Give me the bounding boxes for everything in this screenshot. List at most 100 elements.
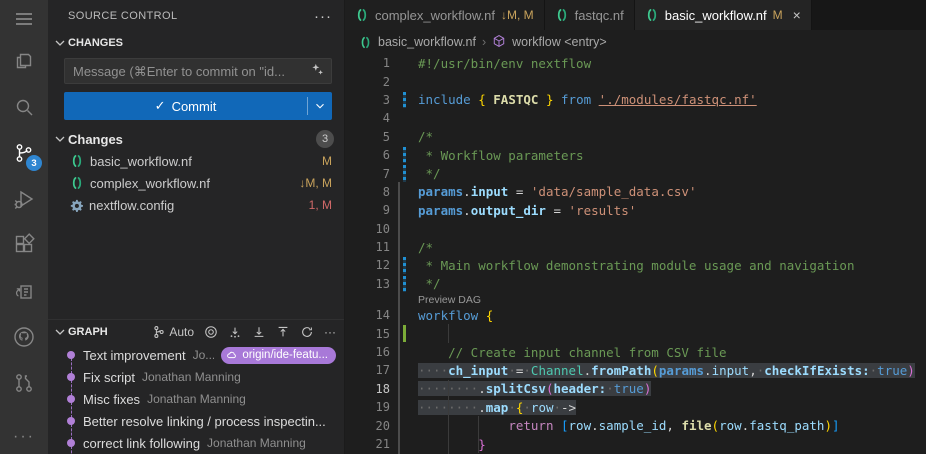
line-number: 10 [345, 222, 390, 236]
line-content[interactable]: include { FASTQC } from './modules/fastq… [418, 91, 926, 109]
commit-row[interactable]: Fix script Jonathan Manning [48, 366, 344, 388]
code-line-5[interactable]: 5 /* [345, 128, 926, 146]
activity-overflow-button[interactable]: ··· [13, 420, 35, 454]
line-content[interactable]: */ [418, 164, 926, 182]
pages-sync-activity-item[interactable] [0, 268, 48, 314]
code-line-9[interactable]: 9 params.output_dir = 'results' [345, 201, 926, 219]
code-line-1[interactable]: 1 #!/usr/bin/env nextflow [345, 54, 926, 72]
gutter-marker-column [390, 54, 418, 72]
line-content[interactable]: /* [418, 128, 926, 146]
graph-more-button[interactable]: ··· [324, 325, 336, 339]
line-content[interactable]: } [418, 435, 926, 453]
commit-button[interactable]: ✓ Commit [64, 92, 332, 120]
commit-row[interactable]: correct link following Jonathan Manning [48, 432, 344, 454]
commit-dropdown-button[interactable] [308, 92, 332, 120]
commit-button-label: Commit [172, 99, 217, 114]
code-line-16[interactable]: 16 // Create input channel from CSV file [345, 343, 926, 361]
search-activity-item[interactable] [0, 84, 48, 130]
gutter-modified-indicator[interactable] [403, 92, 406, 108]
line-content[interactable]: #!/usr/bin/env nextflow [418, 54, 926, 72]
graph-section-header[interactable]: GRAPH Auto ··· [48, 320, 344, 344]
changed-file-row[interactable]: basic_workflow.nf M [48, 150, 344, 172]
gutter-added-indicator[interactable] [403, 325, 406, 341]
tab-title: basic_workflow.nf [665, 8, 767, 23]
code-line-13[interactable]: 13 */ [345, 275, 926, 293]
code-line-8[interactable]: 8 params.input = 'data/sample_data.csv' [345, 183, 926, 201]
code-line-11[interactable]: 11 /* [345, 238, 926, 256]
gutter-modified-indicator[interactable] [403, 276, 406, 292]
sidebar-more-button[interactable]: ··· [314, 8, 332, 25]
run-debug-activity-item[interactable] [0, 176, 48, 222]
pull-icon[interactable] [252, 325, 266, 339]
line-content[interactable]: */ [418, 275, 926, 293]
fetch-icon[interactable] [228, 325, 242, 339]
changes-section-header[interactable]: CHANGES [48, 32, 344, 54]
code-line-15[interactable]: 15 [345, 324, 926, 342]
line-content[interactable] [418, 109, 926, 127]
code-line-20[interactable]: 20 return [row.sample_id, file(row.fastq… [345, 416, 926, 434]
line-content[interactable]: params.input = 'data/sample_data.csv' [418, 183, 926, 201]
source-control-activity-item[interactable]: 3 [0, 130, 48, 176]
explorer-activity-item[interactable] [0, 38, 48, 84]
sparkle-ai-icon[interactable] [310, 62, 325, 80]
changed-file-row[interactable]: nextflow.config 1, M [48, 194, 344, 216]
pull-request-activity-item[interactable] [0, 360, 48, 406]
tab-basic_workflow.nf[interactable]: basic_workflow.nfM× [635, 0, 812, 30]
breadcrumb-file[interactable]: basic_workflow.nf [378, 35, 476, 49]
line-content[interactable] [418, 220, 926, 238]
code-line-4[interactable]: 4 [345, 109, 926, 127]
gutter-modified-indicator[interactable] [403, 165, 406, 181]
activity-bar: 3 ··· [0, 0, 48, 454]
commit-row[interactable]: Better resolve linking / process inspect… [48, 410, 344, 432]
commit-button-main[interactable]: ✓ Commit [64, 92, 307, 120]
line-content[interactable]: /* [418, 238, 926, 256]
code-line-6[interactable]: 6 * Workflow parameters [345, 146, 926, 164]
code-line-19[interactable]: 19 ········.map·{·row·-> [345, 398, 926, 416]
line-number: 19 [345, 400, 390, 414]
line-content[interactable]: ········.splitCsv(header:·true) [418, 380, 926, 398]
code-line-21[interactable]: 21 } [345, 435, 926, 453]
commit-message-input[interactable] [73, 64, 310, 79]
line-content[interactable]: * Main workflow demonstrating module usa… [418, 256, 926, 274]
code-line-10[interactable]: 10 [345, 220, 926, 238]
breadcrumb: basic_workflow.nf › workflow <entry> [345, 30, 926, 54]
breadcrumb-symbol[interactable]: workflow <entry> [512, 35, 606, 49]
code-line-2[interactable]: 2 [345, 72, 926, 90]
code-line-17[interactable]: 17 ····ch_input·=·Channel.fromPath(param… [345, 361, 926, 379]
line-content[interactable]: workflow { [418, 306, 926, 324]
refresh-icon[interactable] [300, 325, 314, 339]
branch-ref-badge[interactable]: origin/ide-featu... [221, 347, 336, 364]
line-number: 17 [345, 363, 390, 377]
code-line-12[interactable]: 12 * Main workflow demonstrating module … [345, 256, 926, 274]
code-line-7[interactable]: 7 */ [345, 164, 926, 182]
line-content[interactable]: * Workflow parameters [418, 146, 926, 164]
github-activity-item[interactable] [0, 314, 48, 360]
code-line-18[interactable]: 18 ········.splitCsv(header:·true) [345, 380, 926, 398]
changed-file-row[interactable]: complex_workflow.nf ↓M, M [48, 172, 344, 194]
codelens[interactable]: Preview DAG [345, 293, 926, 306]
code-line-3[interactable]: 3 include { FASTQC } from './modules/fas… [345, 91, 926, 109]
line-content[interactable]: // Create input channel from CSV file [418, 343, 926, 361]
graph-auto-branch-button[interactable]: Auto [152, 325, 194, 339]
line-content[interactable] [418, 324, 926, 342]
changes-tree-header[interactable]: Changes 3 [48, 128, 344, 150]
tab-complex_workflow.nf[interactable]: complex_workflow.nf↓M, M [345, 0, 545, 30]
line-content[interactable]: return [row.sample_id, file(row.fastq_pa… [418, 416, 926, 434]
extensions-activity-item[interactable] [0, 222, 48, 268]
commit-row[interactable]: Misc fixes Jonathan Manning [48, 388, 344, 410]
line-content[interactable] [418, 72, 926, 90]
code-editor[interactable]: 1 #!/usr/bin/env nextflow2 3 include { F… [345, 54, 926, 454]
gutter-modified-indicator[interactable] [403, 147, 406, 163]
line-content[interactable]: params.output_dir = 'results' [418, 201, 926, 219]
code-line-14[interactable]: 14 workflow { [345, 306, 926, 324]
menu-activity-item[interactable] [0, 0, 48, 38]
line-content[interactable]: ····ch_input·=·Channel.fromPath(params.i… [418, 361, 926, 379]
line-content[interactable]: ········.map·{·row·-> [418, 398, 926, 416]
tab-fastqc.nf[interactable]: fastqc.nf [545, 0, 635, 30]
target-icon[interactable] [204, 325, 218, 339]
codelens-label[interactable]: Preview DAG [418, 294, 481, 306]
close-icon[interactable]: × [793, 8, 801, 22]
commit-row[interactable]: Text improvement Jo... origin/ide-featu.… [48, 344, 344, 366]
push-icon[interactable] [276, 325, 290, 339]
gutter-modified-indicator[interactable] [403, 257, 406, 273]
